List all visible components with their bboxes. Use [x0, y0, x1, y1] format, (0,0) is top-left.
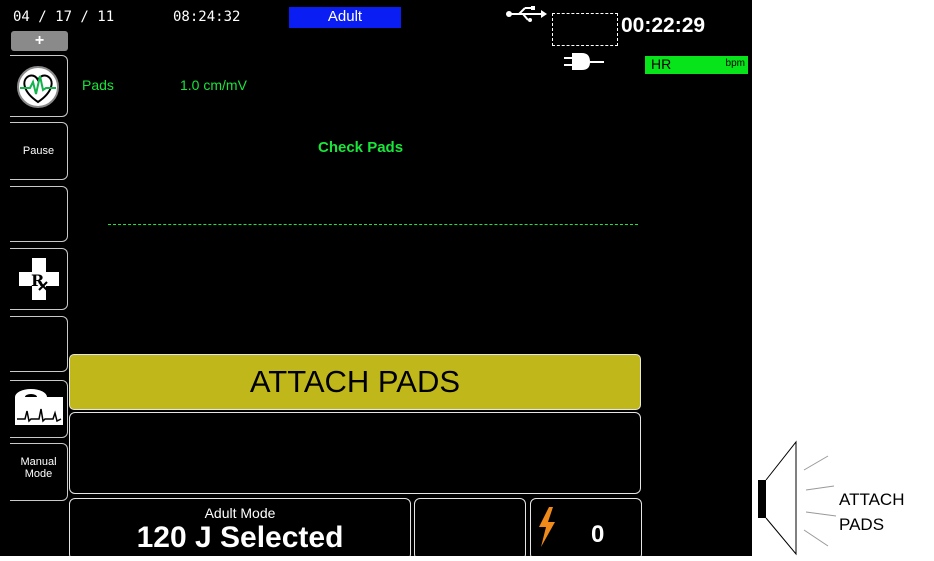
energy-selection-box: Adult Mode 120 J Selected: [69, 498, 411, 556]
elapsed-time: 00:22:29: [621, 14, 706, 37]
lightning-bolt-icon: [537, 507, 557, 552]
hr-unit: bpm: [725, 58, 745, 69]
hr-label: HR: [651, 56, 672, 72]
defibrillator-screen: 04 / 17 / 11 08:24:32 Adult 00:22:29 HR …: [0, 0, 752, 556]
analyze-button[interactable]: [10, 55, 68, 117]
waveform-status: Check Pads: [318, 139, 404, 156]
energy-selected-label: 120 J Selected: [136, 521, 344, 554]
manual-mode-button[interactable]: Manual Mode: [10, 443, 68, 501]
recorder-icon: [13, 387, 65, 434]
message-area: [69, 412, 641, 494]
prompt-banner: ATTACH PADS: [69, 354, 641, 410]
pause-button[interactable]: Pause: [10, 122, 68, 180]
voice-prompt-line1: ATTACH: [839, 490, 905, 509]
rx-button[interactable]: R: [10, 248, 68, 310]
patient-mode-badge: Adult: [289, 7, 401, 28]
date-display: 04 / 17 / 11: [13, 9, 115, 25]
lead-label: Pads: [82, 77, 114, 93]
battery-indicator-outline: [552, 13, 618, 46]
energy-mode-label: Adult Mode: [204, 505, 276, 521]
usb-icon: [505, 6, 547, 29]
recorder-button[interactable]: [10, 380, 68, 438]
time-display: 08:24:32: [173, 9, 241, 25]
shock-count: 0: [591, 521, 605, 548]
manual-mode-label-line1: Manual: [20, 456, 57, 468]
speaker-icon: [756, 440, 838, 561]
pause-label: Pause: [22, 145, 55, 157]
soft-key-3[interactable]: [10, 186, 68, 242]
soft-key-5[interactable]: [10, 316, 68, 372]
ac-power-plug-icon: [564, 52, 606, 77]
plus-icon: +: [34, 32, 45, 49]
manual-mode-label-line2: Mode: [24, 468, 53, 480]
voice-prompt-line2: PADS: [839, 515, 885, 534]
shock-counter-box: 0: [530, 498, 642, 556]
plus-button[interactable]: +: [11, 31, 68, 51]
rx-cross-icon: R: [17, 256, 61, 305]
ecg-heart-icon: [15, 64, 61, 113]
ecg-flatline: [108, 224, 638, 225]
gain-label: 1.0 cm/mV: [180, 77, 247, 93]
heart-rate-box: HR bpm: [645, 56, 748, 74]
status-box-empty: [414, 498, 526, 556]
